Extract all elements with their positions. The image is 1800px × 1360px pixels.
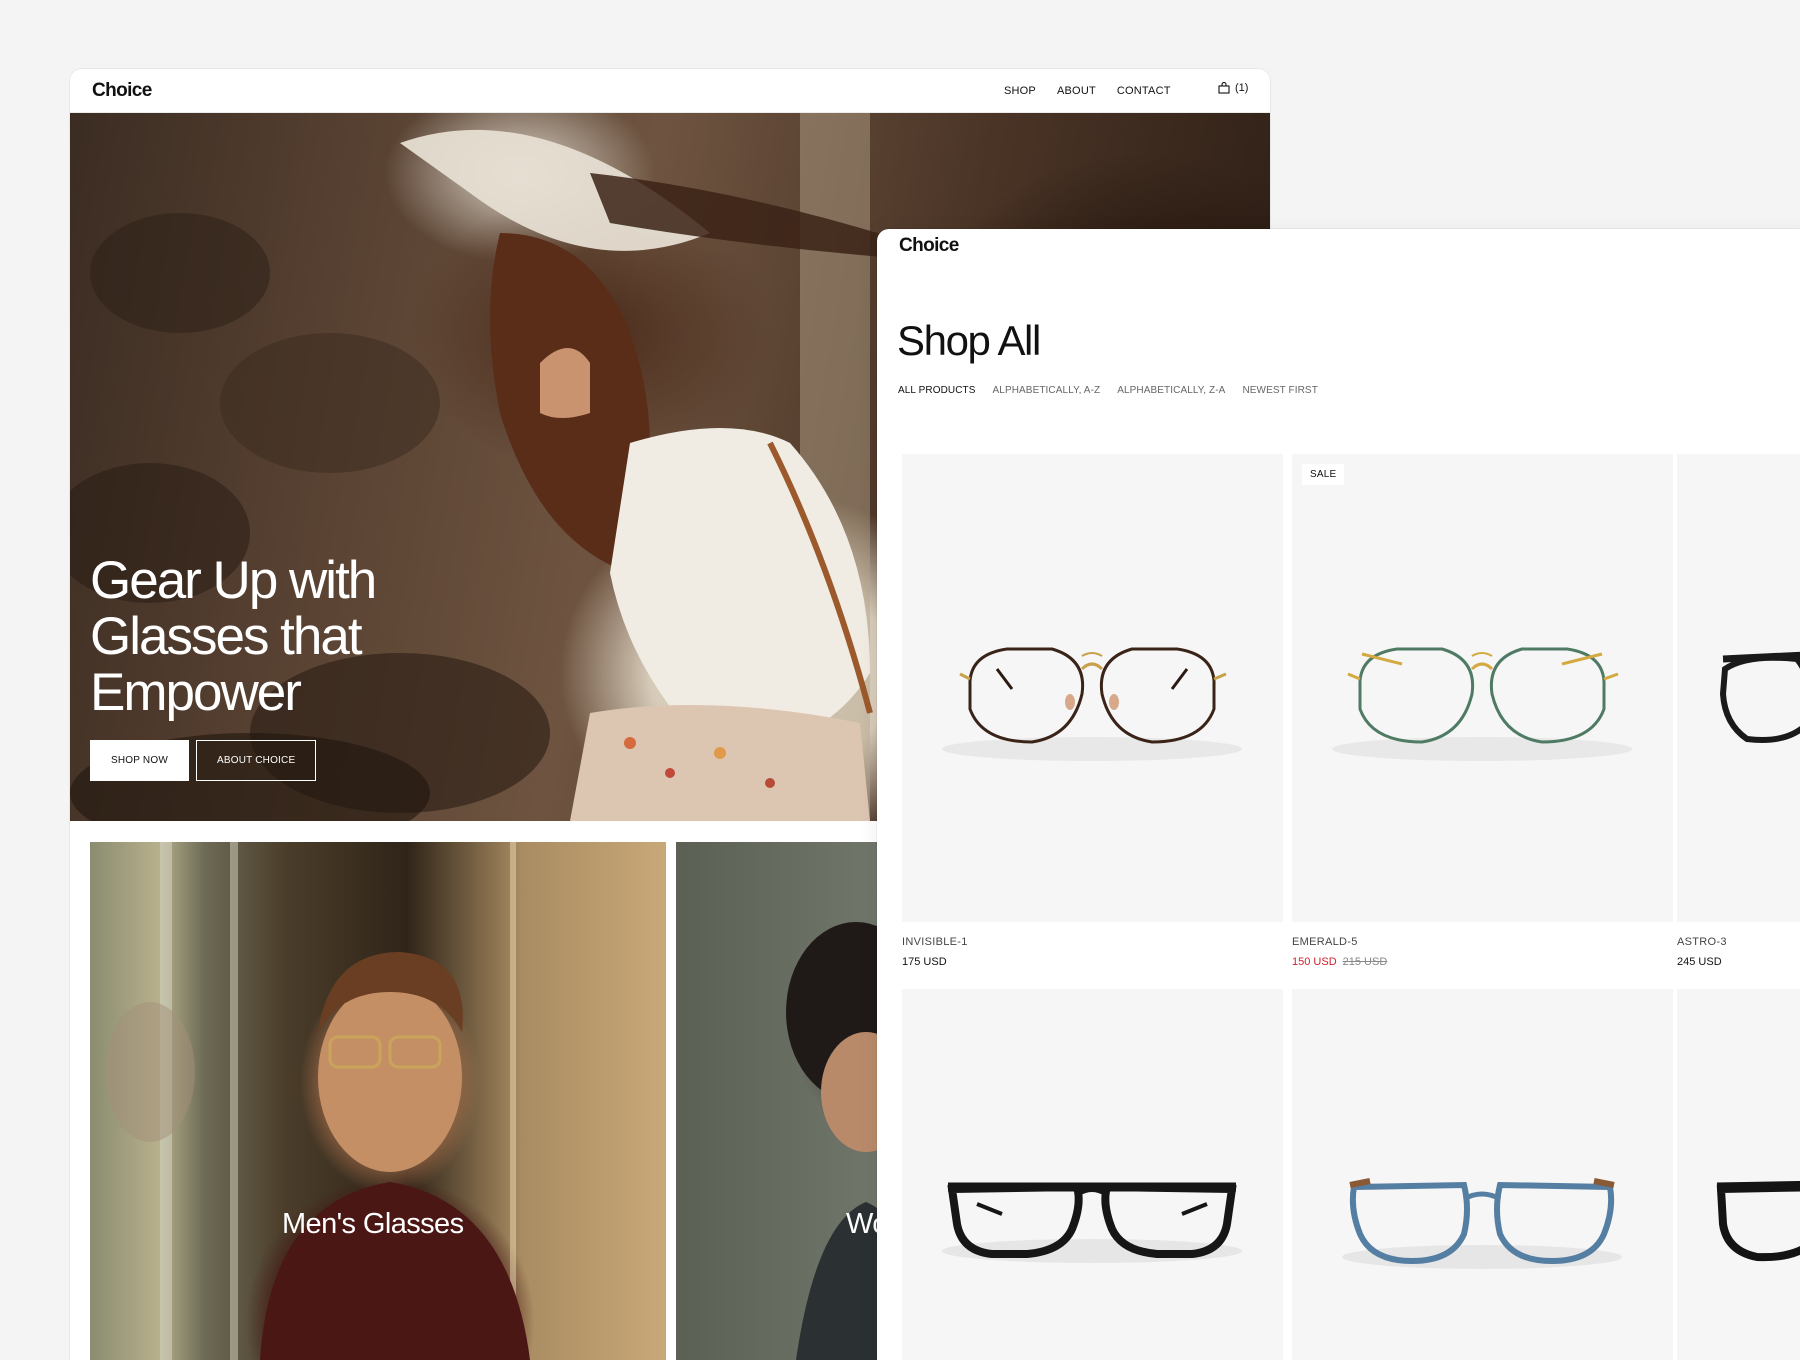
tab-alpha-az[interactable]: ALPHABETICALLY, A-Z bbox=[993, 385, 1101, 396]
product-name: ASTRO-3 bbox=[1677, 936, 1727, 948]
product-card[interactable] bbox=[902, 989, 1283, 1360]
tab-alpha-za[interactable]: ALPHABETICALLY, Z-A bbox=[1117, 385, 1225, 396]
product-card-astro-3[interactable]: ASTRO-3 245 USD bbox=[1677, 454, 1800, 968]
product-card-emerald-5[interactable]: SALE EMERALD-5 150 USD 215 USD bbox=[1292, 454, 1673, 968]
nav-contact-link[interactable]: CONTACT bbox=[1117, 85, 1171, 97]
shop-now-button[interactable]: SHOP NOW bbox=[90, 740, 189, 781]
black-glasses-icon bbox=[1716, 1180, 1800, 1262]
product-image bbox=[1677, 454, 1800, 922]
nav-about-link[interactable]: ABOUT bbox=[1057, 85, 1096, 97]
product-image bbox=[902, 989, 1283, 1360]
tab-newest-first[interactable]: NEWEST FIRST bbox=[1242, 385, 1317, 396]
mens-glasses-label: Men's Glasses bbox=[282, 1208, 464, 1240]
sort-tabs: ALL PRODUCTS ALPHABETICALLY, A-Z ALPHABE… bbox=[898, 385, 1318, 396]
product-name: INVISIBLE-1 bbox=[902, 936, 968, 948]
product-card-invisible-1[interactable]: INVISIBLE-1 175 USD bbox=[902, 454, 1283, 968]
cart-button[interactable]: (1) bbox=[1218, 82, 1248, 94]
product-price: 245 USD bbox=[1677, 956, 1722, 968]
page-title: Shop All bbox=[897, 317, 1041, 364]
product-image bbox=[902, 454, 1283, 922]
category-card-mens[interactable]: Men's Glasses bbox=[90, 842, 666, 1360]
original-price: 215 USD bbox=[1342, 956, 1388, 968]
rectangle-glasses-icon bbox=[942, 1182, 1242, 1263]
product-image bbox=[1292, 989, 1673, 1360]
product-image bbox=[1677, 989, 1800, 1360]
product-price: 175 USD bbox=[902, 956, 947, 968]
square-glasses-icon bbox=[1342, 1178, 1622, 1269]
round-glasses-icon bbox=[1332, 647, 1632, 761]
hero-actions: SHOP NOW ABOUT CHOICE bbox=[90, 740, 317, 781]
home-navbar: Choice SHOP ABOUT CONTACT (1) bbox=[70, 69, 1270, 113]
home-logo[interactable]: Choice bbox=[92, 80, 152, 102]
shop-all-window: Choice Shop All ALL PRODUCTS ALPHABETICA… bbox=[877, 229, 1800, 1360]
sale-price: 150 USD bbox=[1292, 956, 1337, 968]
shopping-bag-icon bbox=[1218, 82, 1230, 94]
product-name: EMERALD-5 bbox=[1292, 936, 1358, 948]
black-glasses-icon bbox=[1719, 651, 1800, 743]
product-price: 150 USD 215 USD bbox=[1292, 956, 1673, 968]
about-choice-button[interactable]: ABOUT CHOICE bbox=[195, 740, 317, 781]
tab-all-products[interactable]: ALL PRODUCTS bbox=[898, 385, 976, 396]
product-image: SALE bbox=[1292, 454, 1673, 922]
product-card[interactable] bbox=[1292, 989, 1673, 1360]
home-nav-links: SHOP ABOUT CONTACT bbox=[1004, 85, 1171, 97]
nav-shop-link[interactable]: SHOP bbox=[1004, 85, 1036, 97]
shop-logo[interactable]: Choice bbox=[899, 235, 959, 257]
round-glasses-icon bbox=[942, 647, 1242, 761]
mens-category-photo bbox=[105, 842, 530, 1360]
product-card[interactable] bbox=[1677, 989, 1800, 1360]
hero-headline: Gear Up with Glasses that Empower bbox=[90, 551, 377, 722]
cart-count: (1) bbox=[1235, 82, 1249, 94]
